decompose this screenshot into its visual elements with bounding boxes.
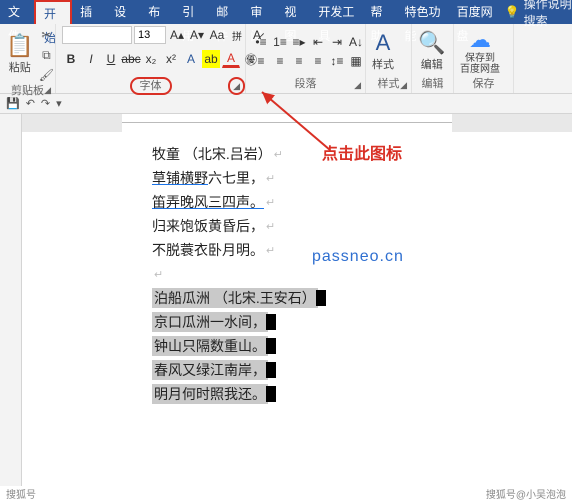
styles-label: 样式: [372, 56, 394, 72]
phonetic-guide-icon[interactable]: 拼: [228, 26, 246, 44]
group-save: ☁ 保存到 百度网盘 保存: [454, 24, 514, 93]
menu-dev[interactable]: 开发工具: [310, 0, 362, 24]
quick-access-toolbar: 💾 ↶ ↷ ▾: [0, 94, 572, 114]
group-editing: 🔍 编辑 编辑: [412, 24, 454, 93]
menu-layout[interactable]: 布局: [140, 0, 174, 24]
sort-button[interactable]: A↓: [347, 33, 365, 51]
menu-mail[interactable]: 邮件: [208, 0, 242, 24]
dec-indent-button[interactable]: ⇤: [309, 33, 327, 51]
watermark-text: passneo.cn: [312, 248, 404, 266]
qat-undo-icon[interactable]: ↶: [26, 97, 35, 110]
group-font: A▴ A▾ Aa 拼 A̷ B I U abc x₂ x² A ab A ㊝ 字…: [56, 24, 246, 93]
poem2-title: 泊船瓜洲 （北宋.王安石）: [152, 286, 572, 310]
menu-bar: 文件 开始 插入 设计 布局 引用 邮件 审阅 视图 开发工具 帮助 特色功能 …: [0, 0, 572, 24]
poem1-line1: 草铺横野六七里，↵: [152, 166, 572, 190]
save-baidu-label: 保存到 百度网盘: [460, 53, 500, 75]
group-styles: A 样式 样式 ◢: [366, 24, 412, 93]
align-right-button[interactable]: ≡: [290, 52, 308, 70]
text-effect-button[interactable]: A: [182, 50, 200, 68]
group-label-font: 字体 ◢: [62, 77, 239, 93]
grow-font-button[interactable]: A▴: [168, 26, 186, 44]
menu-feat[interactable]: 特色功能: [397, 0, 449, 24]
menu-ref[interactable]: 引用: [174, 0, 208, 24]
qat-save-icon[interactable]: 💾: [6, 97, 20, 110]
bulb-icon: 💡: [505, 5, 520, 19]
poem2-line2: 钟山只隔数重山。: [152, 334, 572, 358]
document-area: 牧童 （北宋.吕岩）↵ 草铺横野六七里，↵ 笛弄晚风三四声。↵ 归来饱饭黄昏后，…: [0, 132, 572, 486]
highlight-button[interactable]: ab: [202, 50, 220, 68]
menu-design[interactable]: 设计: [106, 0, 140, 24]
menu-insert[interactable]: 插入: [72, 0, 106, 24]
justify-button[interactable]: ≡: [309, 52, 327, 70]
font-color-button[interactable]: A: [222, 50, 240, 68]
shrink-font-button[interactable]: A▾: [188, 26, 206, 44]
clipboard-launcher-icon[interactable]: ◢: [44, 83, 51, 97]
superscript-button[interactable]: x²: [162, 50, 180, 68]
cut-button[interactable]: ✂: [37, 26, 55, 44]
footer-right: 搜狐号@小吴泡泡: [486, 486, 566, 501]
align-center-button[interactable]: ≡: [271, 52, 289, 70]
copy-button[interactable]: ⧉: [37, 46, 55, 64]
styles-button[interactable]: A 样式: [372, 32, 394, 72]
footer-credit: 搜狐号 搜狐号@小吴泡泡: [0, 486, 572, 500]
styles-launcher-icon[interactable]: ◢: [400, 78, 407, 92]
poem1-line3: 归来饱饭黄昏后，↵: [152, 214, 572, 238]
paste-label: 粘贴: [9, 59, 31, 75]
group-clipboard: 📋 粘贴 ✂ ⧉ 🖌 剪贴板 ◢: [0, 24, 56, 93]
ribbon: 📋 粘贴 ✂ ⧉ 🖌 剪贴板 ◢ A▴ A▾ Aa 拼 A̷: [0, 24, 572, 94]
qat-more-icon[interactable]: ▾: [56, 97, 62, 110]
group-label-paragraph: 段落 ◢: [252, 77, 359, 93]
poem2-line3: 春风又绿江南岸，: [152, 358, 572, 382]
group-paragraph: •≡ 1≡ ≡▸ ⇤ ⇥ A↓ ≡ ≡ ≡ ≡ ↕≡ ▦ 段落 ◢: [246, 24, 366, 93]
styles-icon: A: [376, 32, 391, 54]
horizontal-ruler: [0, 114, 572, 132]
font-dialog-launcher-icon[interactable]: ◢: [228, 77, 245, 95]
cloud-icon: ☁: [469, 29, 491, 51]
strike-button[interactable]: abc: [122, 50, 140, 68]
multilevel-button[interactable]: ≡▸: [290, 33, 308, 51]
bullets-button[interactable]: •≡: [252, 33, 270, 51]
menu-baidu[interactable]: 百度网盘: [449, 0, 501, 24]
poem2-line1: 京口瓜洲一水间，: [152, 310, 572, 334]
find-icon: 🔍: [418, 32, 445, 54]
menu-review[interactable]: 审阅: [242, 0, 276, 24]
qat-redo-icon[interactable]: ↷: [41, 97, 50, 110]
menu-view[interactable]: 视图: [276, 0, 310, 24]
menu-home[interactable]: 开始: [34, 0, 72, 24]
numbering-button[interactable]: 1≡: [271, 33, 289, 51]
group-label-editing: 编辑: [418, 77, 447, 93]
font-family-input[interactable]: [62, 26, 132, 44]
paste-button[interactable]: 📋 粘贴: [6, 35, 33, 75]
align-left-button[interactable]: ≡: [252, 52, 270, 70]
poem2-line4: 明月何时照我还。: [152, 382, 572, 406]
annotation-callout: 点击此图标: [322, 140, 402, 164]
underline-button[interactable]: U: [102, 50, 120, 68]
page[interactable]: 牧童 （北宋.吕岩）↵ 草铺横野六七里，↵ 笛弄晚风三四声。↵ 归来饱饭黄昏后，…: [22, 132, 572, 486]
group-label-save: 保存: [460, 77, 507, 93]
clipboard-icon: 📋: [6, 35, 33, 57]
tell-me-search[interactable]: 💡 操作说明搜索: [501, 0, 572, 29]
line-spacing-button[interactable]: ↕≡: [328, 52, 346, 70]
menu-help[interactable]: 帮助: [363, 0, 397, 24]
find-button[interactable]: 🔍 编辑: [418, 32, 445, 72]
subscript-button[interactable]: x₂: [142, 50, 160, 68]
return-icon: ↵: [274, 148, 283, 161]
font-size-input[interactable]: [134, 26, 166, 44]
format-painter-button[interactable]: 🖌: [37, 66, 55, 84]
group-label-clipboard: 剪贴板 ◢: [6, 84, 49, 98]
search-placeholder: 操作说明搜索: [524, 0, 572, 29]
editing-label: 编辑: [421, 56, 443, 72]
save-baidu-button[interactable]: ☁ 保存到 百度网盘: [460, 29, 500, 75]
italic-button[interactable]: I: [82, 50, 100, 68]
shading-button[interactable]: ▦: [347, 52, 365, 70]
change-case-button[interactable]: Aa: [208, 26, 226, 44]
vertical-ruler: [0, 132, 22, 486]
group-label-styles: 样式 ◢: [372, 77, 405, 93]
footer-left: 搜狐号: [6, 486, 36, 501]
inc-indent-button[interactable]: ⇥: [328, 33, 346, 51]
paragraph-launcher-icon[interactable]: ◢: [354, 78, 361, 92]
menu-file[interactable]: 文件: [0, 0, 34, 24]
bold-button[interactable]: B: [62, 50, 80, 68]
poem1-line2: 笛弄晚风三四声。↵: [152, 190, 572, 214]
